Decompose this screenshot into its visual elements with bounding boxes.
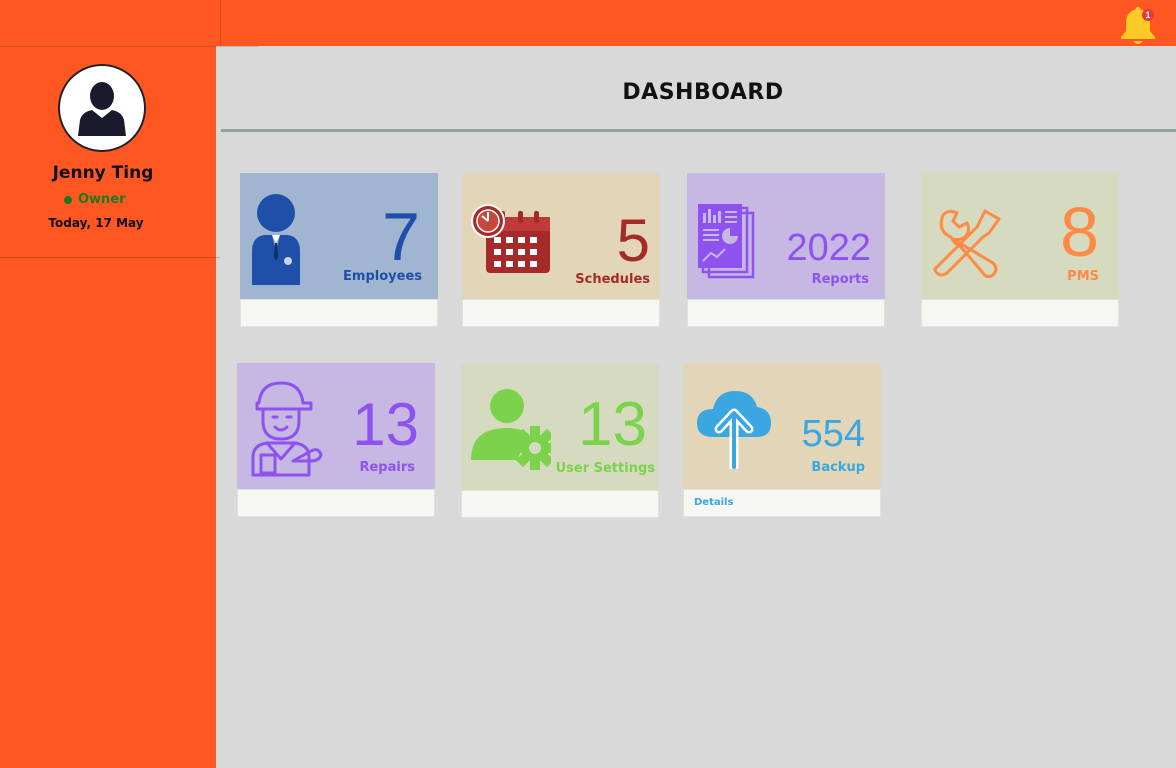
current-date: Today, 17 May <box>48 216 144 230</box>
pms-card[interactable]: 8 PMS <box>921 173 1119 327</box>
schedules-card[interactable]: 5 Schedules <box>462 173 660 327</box>
card-value: 13 <box>578 390 647 459</box>
tools-icon <box>933 209 1001 279</box>
title-divider <box>221 129 1176 132</box>
online-status-dot <box>64 195 72 204</box>
card-label: User Settings <box>555 461 655 476</box>
employees-card[interactable]: 7 Employees <box>240 173 438 327</box>
cloud-upload-icon <box>697 391 771 469</box>
card-footer[interactable] <box>240 299 438 327</box>
card-label: Repairs <box>359 460 415 475</box>
details-link[interactable]: Details <box>683 489 881 517</box>
page-title: DASHBOARD <box>622 80 784 105</box>
card-value: 5 <box>616 207 650 274</box>
user-settings-icon <box>471 389 551 470</box>
card-label: Schedules <box>575 272 650 287</box>
card-label: PMS <box>1067 269 1099 284</box>
top-bar-divider <box>220 0 221 46</box>
user-role: Owner <box>64 192 126 207</box>
avatar[interactable] <box>58 64 146 152</box>
sidebar-bottom-divider <box>0 257 220 258</box>
card-value: 13 <box>352 391 419 458</box>
card-value: 554 <box>801 413 865 455</box>
card-label: Employees <box>343 269 422 284</box>
calendar-clock-icon <box>471 204 550 273</box>
card-footer[interactable] <box>461 490 659 518</box>
card-footer[interactable] <box>687 299 885 327</box>
mechanic-icon <box>251 381 323 477</box>
sidebar-top-divider <box>0 46 258 47</box>
card-label: Backup <box>811 460 865 475</box>
card-footer[interactable] <box>237 489 435 517</box>
backup-card[interactable]: 554 Backup Details <box>683 363 881 517</box>
user-settings-card[interactable]: 13 User Settings <box>461 364 659 518</box>
card-footer[interactable] <box>462 299 660 327</box>
card-footer[interactable] <box>921 299 1119 327</box>
card-value: 7 <box>382 199 420 275</box>
sidebar <box>0 46 216 768</box>
report-icon <box>698 204 755 279</box>
top-bar <box>0 0 1176 46</box>
repairs-card[interactable]: 13 Repairs <box>237 363 435 517</box>
notification-badge: 1 <box>1142 9 1154 21</box>
employee-icon <box>252 194 300 285</box>
user-silhouette-icon <box>78 82 126 136</box>
user-role-label: Owner <box>78 192 126 207</box>
user-name: Jenny Ting <box>52 163 154 183</box>
card-label: Reports <box>811 272 869 287</box>
card-value: 2022 <box>786 227 871 269</box>
card-value: 8 <box>1060 193 1099 271</box>
reports-card[interactable]: 2022 Reports <box>687 173 885 327</box>
